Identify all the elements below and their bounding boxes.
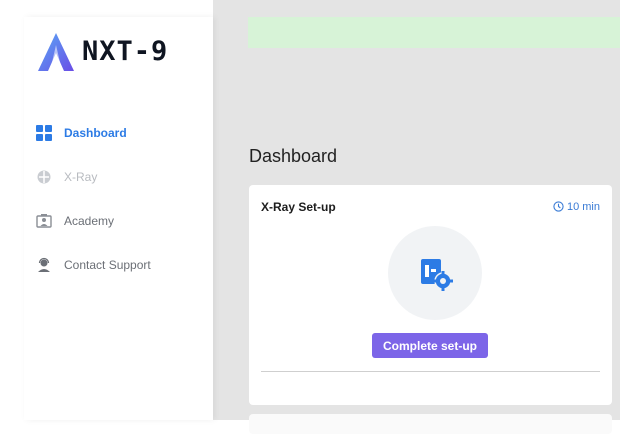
- setup-gear-icon: [421, 259, 453, 291]
- logo-mark-icon: [38, 33, 74, 71]
- sidebar-item-label: Dashboard: [64, 126, 127, 140]
- divider: [261, 371, 600, 372]
- academy-icon: [36, 214, 52, 228]
- dashboard-grid-icon: [36, 125, 52, 141]
- estimated-time-text: 10 min: [566, 201, 600, 213]
- complete-setup-button[interactable]: Complete set-up: [372, 333, 488, 358]
- sidebar-item-academy[interactable]: Academy: [36, 211, 206, 233]
- sidebar-item-label: Academy: [64, 214, 115, 228]
- logo[interactable]: NXT-9: [36, 31, 206, 73]
- support-agent-icon: [38, 257, 50, 272]
- sidebar-item-label: Contact Support: [64, 258, 151, 272]
- illustration-circle: [388, 226, 482, 320]
- sidebar-item-dashboard[interactable]: Dashboard: [36, 123, 206, 145]
- page-title: Dashboard: [249, 146, 338, 166]
- card-title: X-Ray Set-up: [261, 200, 336, 214]
- clock-icon: [553, 201, 564, 212]
- xray-icon: [37, 170, 51, 184]
- sidebar: NXT-9 Dashboard X-Ray Academy Contact Su…: [24, 17, 213, 420]
- sidebar-item-contact-support[interactable]: Contact Support: [36, 255, 206, 277]
- notification-banner: [248, 17, 620, 48]
- estimated-time: 10 min: [553, 201, 600, 213]
- sidebar-item-label: X-Ray: [64, 170, 98, 184]
- logo-text: NXT-9: [82, 36, 169, 67]
- sidebar-item-xray[interactable]: X-Ray: [36, 167, 206, 189]
- secondary-card: [249, 414, 612, 434]
- xray-setup-card: X-Ray Set-up 10 min Complete set-up: [249, 185, 612, 405]
